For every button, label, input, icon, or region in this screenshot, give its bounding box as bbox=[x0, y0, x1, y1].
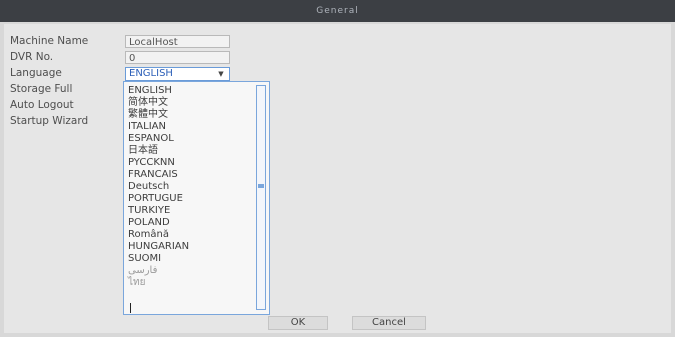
language-option[interactable]: PYCCKNN bbox=[128, 157, 175, 168]
language-option[interactable]: POLAND bbox=[128, 217, 170, 228]
language-option[interactable]: ITALIAN bbox=[128, 121, 166, 132]
mouse-cursor-icon bbox=[130, 303, 131, 313]
label-language: Language bbox=[10, 67, 62, 79]
label-startup-wizard: Startup Wizard bbox=[10, 115, 89, 127]
ok-button[interactable]: OK bbox=[268, 316, 328, 330]
language-option[interactable]: ไทย bbox=[128, 277, 145, 288]
label-dvr-no: DVR No. bbox=[10, 51, 54, 63]
dialog-title-bar: General bbox=[0, 0, 675, 22]
machine-name-input[interactable]: LocalHost bbox=[125, 35, 230, 48]
language-option[interactable]: FRANCAIS bbox=[128, 169, 178, 180]
language-option[interactable]: 简体中文 bbox=[128, 97, 168, 108]
cancel-button[interactable]: Cancel bbox=[352, 316, 426, 330]
language-option[interactable]: 日本語 bbox=[128, 145, 158, 156]
general-dialog: General Machine Name DVR No. Language St… bbox=[0, 0, 675, 337]
language-selected-value: ENGLISH bbox=[129, 68, 173, 79]
language-option[interactable]: PORTUGUE bbox=[128, 193, 183, 204]
language-option[interactable]: HUNGARIAN bbox=[128, 241, 189, 252]
label-machine-name: Machine Name bbox=[10, 35, 89, 47]
language-dropdown: ENGLISH 简体中文 繁體中文 ITALIAN ESPANOL 日本語 PY… bbox=[123, 81, 270, 315]
label-auto-logout: Auto Logout bbox=[10, 99, 74, 111]
language-option[interactable]: ESPANOL bbox=[128, 133, 174, 144]
language-option[interactable]: 繁體中文 bbox=[128, 109, 168, 120]
language-option[interactable]: TURKIYE bbox=[128, 205, 170, 216]
language-option[interactable]: ENGLISH bbox=[128, 85, 172, 96]
chevron-down-icon[interactable]: ▼ bbox=[215, 68, 227, 80]
settings-panel bbox=[4, 24, 671, 333]
language-option[interactable]: SUOMI bbox=[128, 253, 161, 264]
dvr-no-input[interactable]: 0 bbox=[125, 51, 230, 64]
label-storage-full: Storage Full bbox=[10, 83, 73, 95]
language-option[interactable]: Deutsch bbox=[128, 181, 169, 192]
dropdown-scrollbar[interactable] bbox=[256, 85, 266, 310]
language-select[interactable]: ENGLISH ▼ bbox=[125, 67, 230, 81]
language-option[interactable]: فارسی bbox=[128, 265, 157, 276]
scrollbar-thumb[interactable] bbox=[258, 184, 264, 188]
dialog-title: General bbox=[316, 6, 359, 16]
language-option[interactable]: Română bbox=[128, 229, 169, 240]
